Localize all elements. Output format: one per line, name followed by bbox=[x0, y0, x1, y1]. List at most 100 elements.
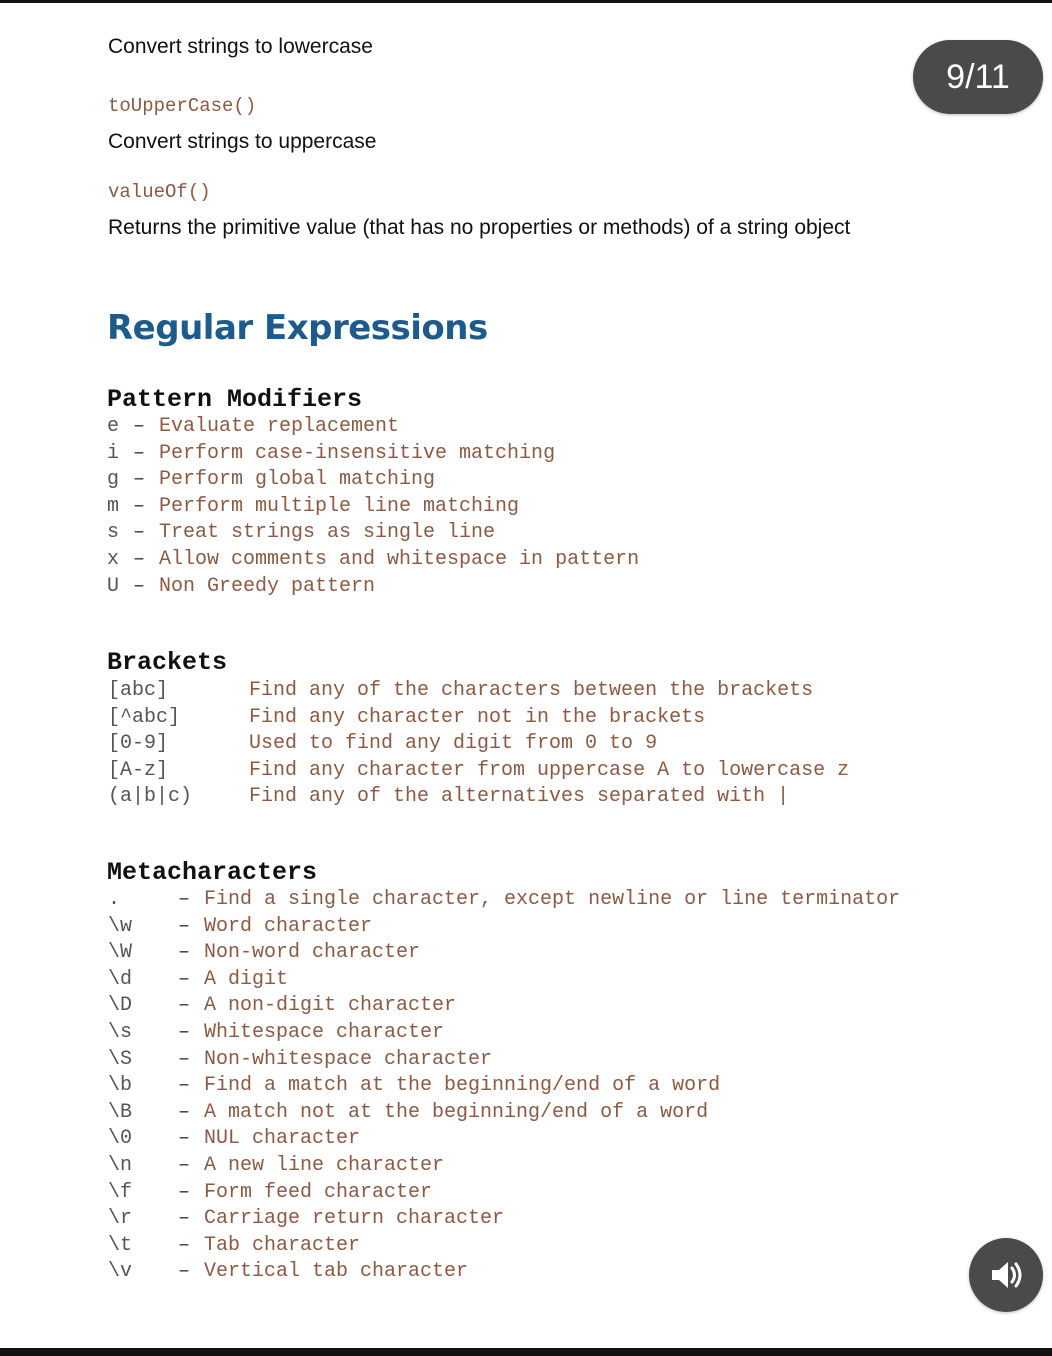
list-item: \W – Non-word character bbox=[108, 940, 1008, 967]
page-indicator: 9/11 bbox=[913, 40, 1043, 114]
list-item: \f – Form feed character bbox=[108, 1180, 1008, 1207]
metachar-key: \v bbox=[108, 1260, 133, 1284]
dash: – bbox=[178, 1047, 191, 1071]
list-item: \d – A digit bbox=[108, 967, 1008, 994]
list-item: e – Evaluate replacement bbox=[107, 414, 807, 441]
metachar-description: Carriage return character bbox=[204, 1207, 505, 1231]
metachar-key: \w bbox=[108, 914, 133, 938]
dash: – bbox=[133, 441, 146, 465]
list-item: . – Find a single character, except newlin… bbox=[108, 887, 1008, 914]
modifier-description: Non Greedy pattern bbox=[159, 574, 376, 598]
modifier-key: m bbox=[107, 494, 120, 518]
metachar-description: Word character bbox=[204, 914, 373, 938]
bracket-pattern: [^abc] bbox=[108, 705, 181, 729]
metachar-key: \0 bbox=[108, 1127, 133, 1151]
bracket-description: Find any of the alternatives separated w… bbox=[249, 785, 790, 809]
bracket-description: Find any character not in the brackets bbox=[249, 705, 706, 729]
dash: – bbox=[133, 415, 146, 438]
dash: – bbox=[178, 1153, 191, 1177]
list-item: \v – Vertical tab character bbox=[108, 1259, 1008, 1286]
metachar-key: \d bbox=[108, 967, 133, 991]
list-item: \s – Whitespace character bbox=[108, 1020, 1008, 1047]
touppercase-description: Convert strings to uppercase bbox=[108, 130, 377, 153]
dash: – bbox=[178, 1207, 191, 1231]
list-item: \S – Non-whitespace character bbox=[108, 1047, 1008, 1074]
valueof-method: valueOf() bbox=[108, 181, 211, 203]
metacharacters-list: . – Find a single character, except newlin… bbox=[108, 887, 1008, 1286]
list-item: [^abc] Find any character not in the brac… bbox=[108, 705, 938, 732]
list-item: \n – A new line character bbox=[108, 1153, 1008, 1180]
list-item: m – Perform multiple line matching bbox=[107, 494, 807, 521]
list-item: g – Perform global matching bbox=[107, 467, 807, 494]
dash: – bbox=[178, 941, 191, 965]
list-item: \0 – NUL character bbox=[108, 1126, 1008, 1153]
list-item: [0-9] Used to find any digit from 0 to 9 bbox=[108, 731, 938, 758]
modifier-key: e bbox=[107, 415, 120, 438]
metachar-description: Form feed character bbox=[204, 1180, 433, 1204]
dash: – bbox=[178, 1233, 191, 1257]
dash: – bbox=[133, 574, 146, 598]
lowercase-description: Convert strings to lowercase bbox=[108, 35, 373, 58]
metachar-description: Non-word character bbox=[204, 941, 421, 965]
list-item: \D – A non-digit character bbox=[108, 993, 1008, 1020]
bracket-description: Find any character from uppercase A to l… bbox=[249, 758, 850, 782]
list-item: s – Treat strings as single line bbox=[107, 520, 807, 547]
dash: – bbox=[178, 1020, 191, 1044]
metachar-description: A match not at the beginning/end of a wo… bbox=[204, 1100, 709, 1124]
metachar-description: Vertical tab character bbox=[204, 1260, 469, 1284]
dash: – bbox=[178, 1260, 191, 1284]
metachar-key: \t bbox=[108, 1233, 133, 1257]
list-item: [abc] Find any of the characters between … bbox=[108, 678, 938, 705]
metachar-key: \f bbox=[108, 1180, 133, 1204]
dash: – bbox=[178, 1180, 191, 1204]
bracket-description: Used to find any digit from 0 to 9 bbox=[249, 732, 658, 756]
bracket-pattern: (a|b|c) bbox=[108, 785, 193, 809]
metachar-key: \n bbox=[108, 1153, 133, 1177]
metachar-key: \S bbox=[108, 1047, 133, 1071]
metachar-description: A non-digit character bbox=[204, 994, 457, 1018]
list-item: (a|b|c) Find any of the alternatives sepa… bbox=[108, 784, 938, 811]
metachar-key: \D bbox=[108, 994, 133, 1018]
section-title: Regular Expressions bbox=[107, 308, 488, 348]
list-item: \B – A match not at the beginning/end of a… bbox=[108, 1100, 1008, 1127]
dash: – bbox=[178, 994, 191, 1018]
list-item: [A-z] Find any character from uppercase A… bbox=[108, 758, 938, 785]
metachar-description: A new line character bbox=[204, 1153, 445, 1177]
list-item: \t – Tab character bbox=[108, 1233, 1008, 1260]
touppercase-method: toUpperCase() bbox=[108, 95, 257, 117]
dash: – bbox=[133, 468, 146, 492]
sound-button[interactable] bbox=[969, 1238, 1043, 1312]
speaker-icon bbox=[992, 1262, 1022, 1288]
modifier-key: g bbox=[107, 468, 120, 492]
modifier-key: i bbox=[107, 441, 120, 465]
metachar-key: \s bbox=[108, 1020, 133, 1044]
list-item: U – Non Greedy pattern bbox=[107, 574, 807, 601]
dash: – bbox=[133, 494, 146, 518]
dash: – bbox=[178, 967, 191, 991]
modifier-description: Allow comments and whitespace in pattern bbox=[159, 547, 640, 571]
metachar-key: \B bbox=[108, 1100, 133, 1124]
metachar-description: NUL character bbox=[204, 1127, 361, 1151]
metachar-key: . bbox=[108, 888, 121, 911]
metacharacters-title: Metacharacters bbox=[107, 858, 318, 887]
bottom-edge bbox=[0, 1348, 1052, 1356]
metachar-description: Whitespace character bbox=[204, 1020, 445, 1044]
brackets-title: Brackets bbox=[107, 648, 228, 677]
modifier-key: U bbox=[107, 574, 120, 598]
top-edge bbox=[0, 0, 1052, 3]
modifier-key: x bbox=[107, 547, 120, 571]
modifier-description: Perform global matching bbox=[159, 468, 436, 492]
dash: – bbox=[178, 888, 191, 911]
dash: – bbox=[178, 1074, 191, 1098]
modifier-description: Evaluate replacement bbox=[159, 415, 400, 438]
metachar-description: A digit bbox=[204, 967, 289, 991]
modifier-description: Perform case-insensitive matching bbox=[159, 441, 556, 465]
metachar-key: \W bbox=[108, 941, 133, 965]
metachar-description: Find a single character, except newline … bbox=[204, 888, 901, 911]
dash: – bbox=[133, 521, 146, 545]
bracket-pattern: [0-9] bbox=[108, 732, 169, 756]
metachar-description: Non-whitespace character bbox=[204, 1047, 493, 1071]
list-item: \b – Find a match at the beginning/end of … bbox=[108, 1073, 1008, 1100]
metachar-key: \b bbox=[108, 1074, 133, 1098]
modifier-key: s bbox=[107, 521, 120, 545]
